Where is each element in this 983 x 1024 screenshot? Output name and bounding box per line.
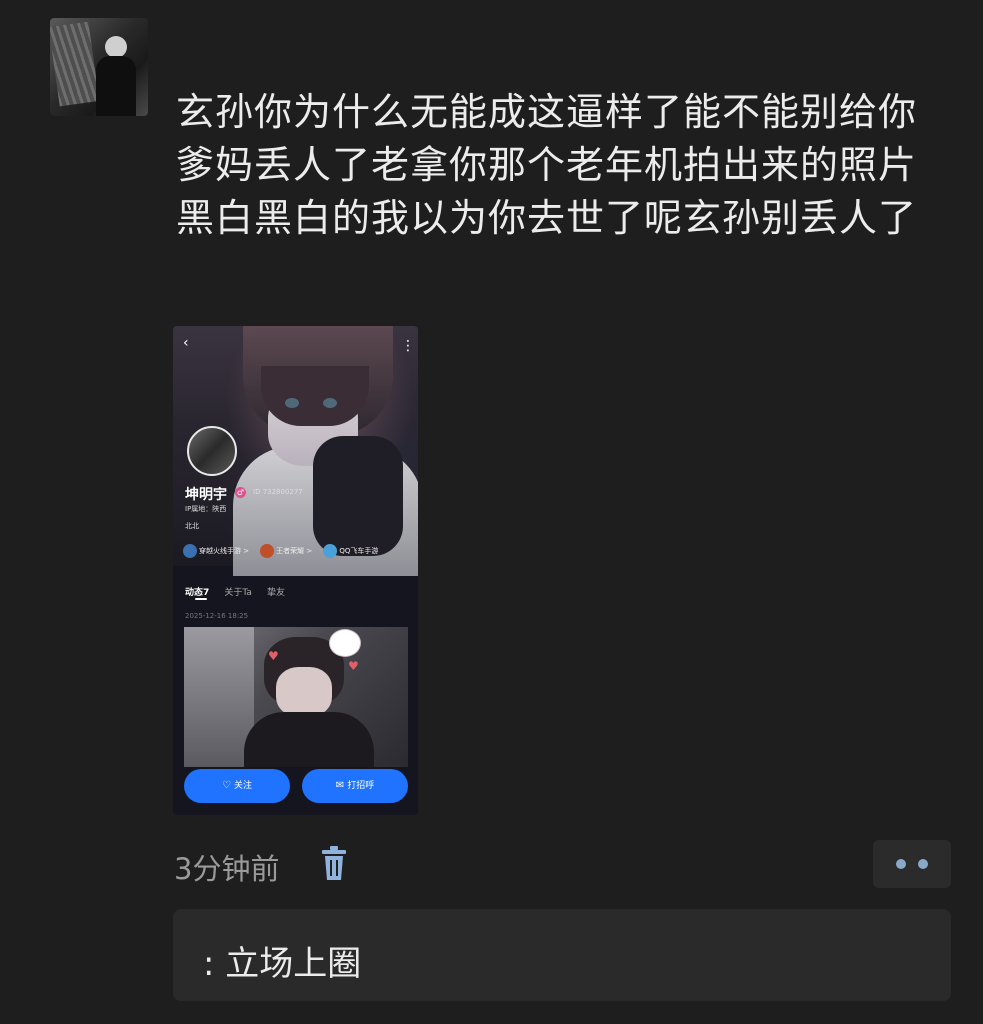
greet-button: ✉ 打招呼 (302, 769, 408, 803)
comment-box[interactable]: : 立场上圈 (173, 909, 951, 1001)
game-item: 王者荣耀 > (260, 543, 312, 558)
heart-icon: ♥ (268, 649, 279, 663)
tab-posts: 动态7 (185, 588, 210, 598)
game-icon (183, 543, 197, 558)
profile-ip: IP属地：陕西 (185, 505, 227, 513)
avatar-body (96, 56, 136, 116)
post-photo: ♥ ♥ (184, 627, 408, 767)
game-item: 穿越火线手游 > (183, 543, 249, 558)
profile-tabs: 动态7 关于Ta 挚友 (185, 580, 295, 599)
comment-text: : 立场上圈 (203, 944, 362, 984)
tab-indicator (195, 598, 207, 600)
trash-icon[interactable] (320, 846, 348, 882)
post-time: 3分钟前 (174, 852, 280, 886)
follow-button: ♡ 关注 (184, 769, 290, 803)
profile-bio: 北北 (185, 522, 199, 530)
gender-icon: ♂ (235, 487, 246, 498)
game-icon (260, 543, 275, 558)
post-date: 2025-12-16 18:25 (185, 612, 249, 620)
profile-name: 坤明宇 (185, 487, 227, 503)
heart-outline-icon: ♡ (222, 780, 231, 791)
avatar-wall (50, 21, 100, 107)
post-text: 玄孙你为什么无能成这逼样了能不能别给你爹妈丢人了老拿你那个老年机拍出来的照片黑白… (176, 90, 918, 240)
game-list: 穿越火线手游 > 王者荣耀 > QQ飞车手游 (183, 540, 418, 558)
profile-avatar (187, 426, 237, 476)
avatar-head (105, 36, 127, 58)
user-avatar[interactable] (50, 18, 148, 116)
tab-friends: 挚友 (266, 588, 285, 598)
heart-icon: ♥ (348, 659, 359, 673)
game-icon (323, 543, 338, 558)
chat-bubble-icon: ✉ (335, 780, 345, 791)
tab-about: 关于Ta (224, 588, 252, 598)
game-item: QQ飞车手游 (323, 543, 378, 558)
attached-screenshot[interactable]: ‹ ⋮ 坤明宇 ♂ ID 732800277 IP属地：陕西 北北 穿越火线手游… (173, 326, 418, 815)
more-options-button[interactable] (873, 840, 951, 888)
profile-id: ID 732800277 (253, 488, 303, 496)
back-arrow-icon: ‹ (183, 335, 189, 351)
more-vertical-icon: ⋮ (401, 338, 415, 354)
sticker-icon (329, 629, 361, 657)
